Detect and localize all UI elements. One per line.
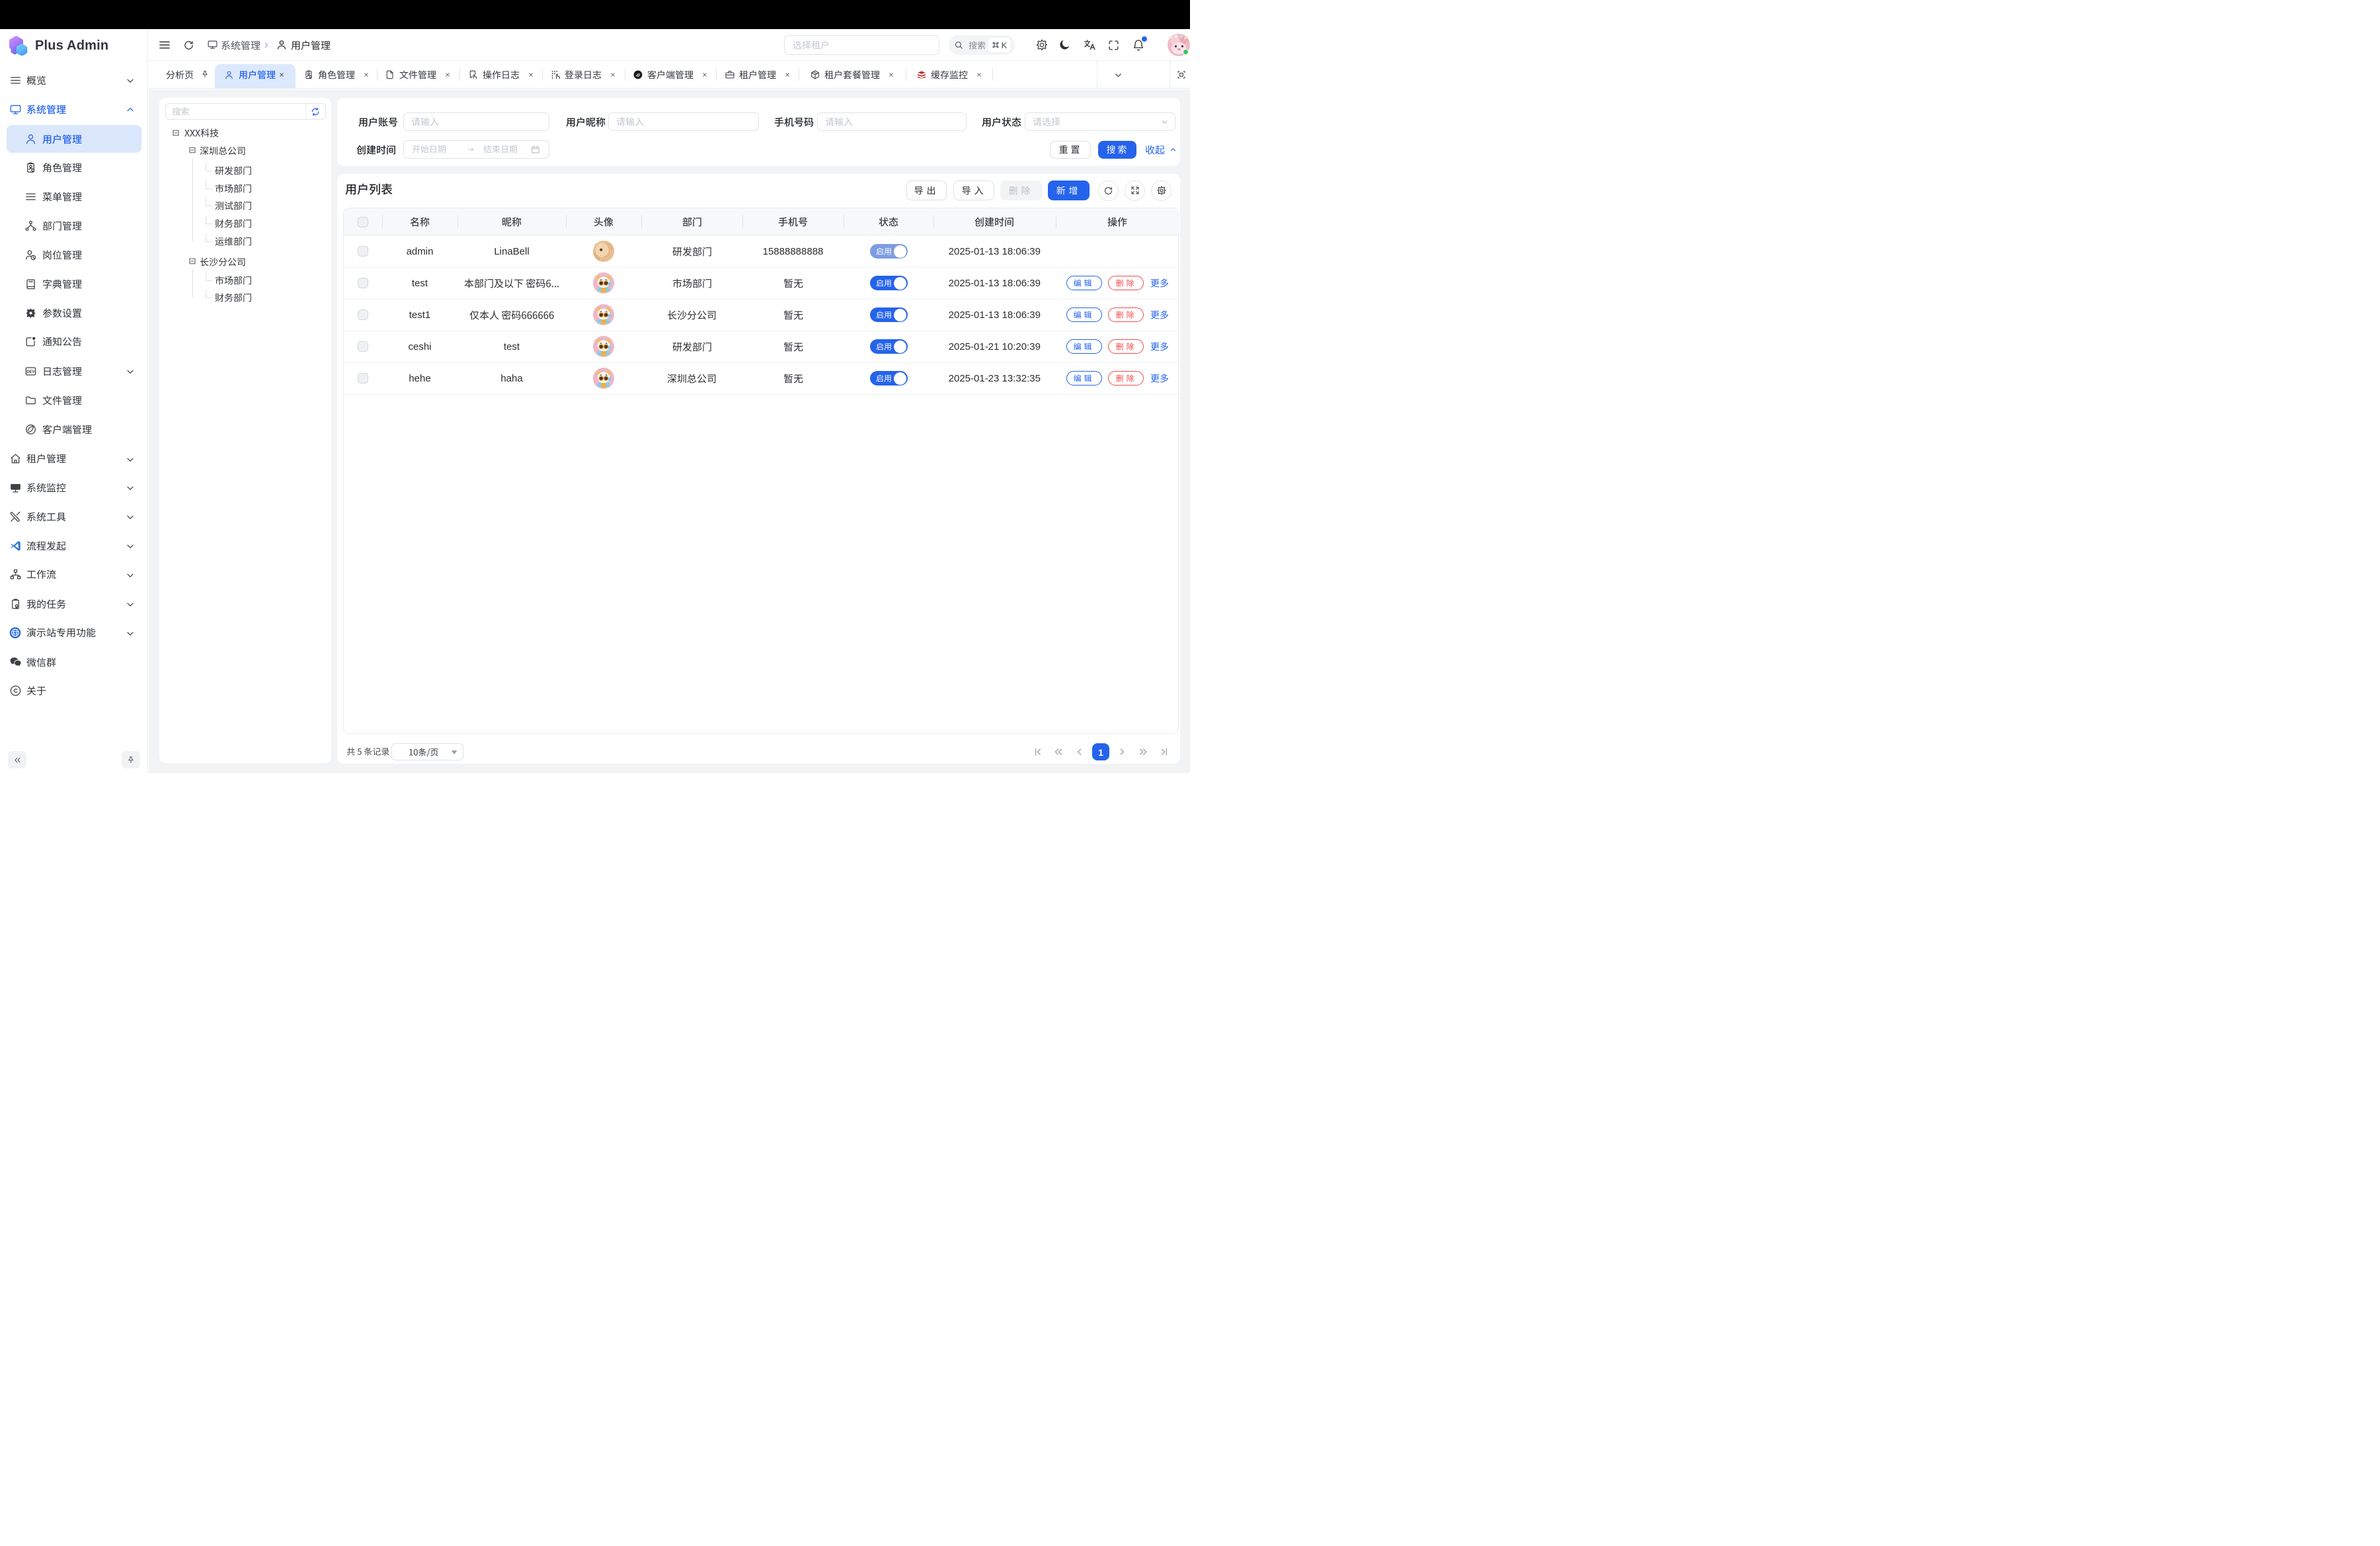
svg-text:DEV: DEV [26, 370, 34, 374]
svg-text:redis: redis [919, 76, 924, 79]
